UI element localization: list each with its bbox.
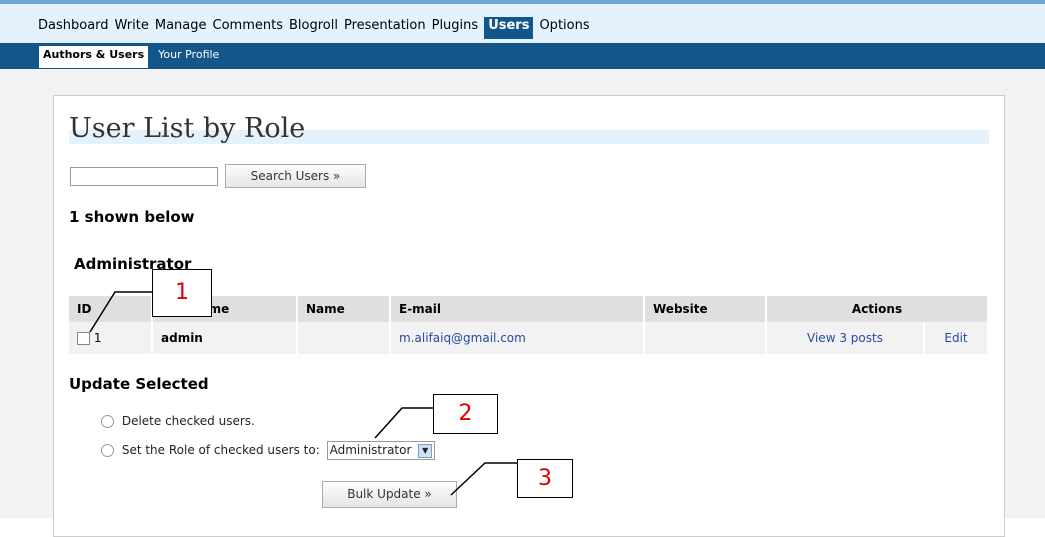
callout-2: 2 (433, 394, 498, 434)
set-role-label: Set the Role of checked users to: (121, 442, 320, 457)
delete-radio[interactable] (101, 415, 114, 428)
shown-count: 1 shown below (69, 208, 195, 226)
edit-cell: Edit (924, 322, 989, 354)
edit-link[interactable]: Edit (944, 331, 967, 345)
name-cell (297, 322, 391, 354)
view-posts-link[interactable]: View 3 posts (807, 331, 883, 345)
role-select-value: Administrator (329, 443, 412, 457)
top-navigation: Dashboard Write Manage Comments Blogroll… (0, 0, 1045, 43)
column-actions: Actions (766, 296, 989, 322)
tab-authors-users[interactable]: Authors & Users (39, 46, 149, 68)
menu-item-comments[interactable]: Comments (213, 18, 283, 33)
search-users-button[interactable]: Search Users » (225, 164, 366, 188)
tab-your-profile[interactable]: Your Profile (158, 48, 219, 68)
main-menu: Dashboard Write Manage Comments Blogroll… (38, 17, 596, 39)
table-row: 1 admin m.alifaiq@gmail.com View 3 posts… (69, 322, 989, 354)
menu-item-blogroll[interactable]: Blogroll (289, 18, 338, 33)
search-input[interactable] (70, 167, 218, 186)
page-title: User List by Role (69, 113, 306, 144)
menu-item-users[interactable]: Users (484, 17, 534, 39)
chevron-down-icon: ▼ (418, 443, 433, 458)
menu-item-plugins[interactable]: Plugins (432, 18, 479, 33)
delete-label: Delete checked users. (121, 414, 255, 428)
username-cell: admin (152, 322, 298, 354)
role-select[interactable]: Administrator ▼ (326, 441, 436, 460)
email-link[interactable]: m.alifaiq@gmail.com (399, 331, 526, 345)
callout-3: 3 (517, 459, 573, 498)
callout-1: 1 (152, 269, 212, 317)
column-name: Name (297, 296, 391, 322)
column-website: Website (644, 296, 767, 322)
column-email: E-mail (390, 296, 645, 322)
sub-navigation: Authors & Users Your Profile (0, 43, 1045, 69)
menu-item-presentation[interactable]: Presentation (344, 18, 426, 33)
user-id: 1 (93, 331, 102, 345)
menu-item-write[interactable]: Write (115, 18, 149, 33)
menu-item-options[interactable]: Options (539, 18, 589, 33)
bulk-update-button[interactable]: Bulk Update » (322, 481, 457, 508)
set-role-radio[interactable] (101, 443, 114, 457)
menu-item-dashboard[interactable]: Dashboard (38, 18, 109, 33)
column-id: ID (69, 296, 153, 322)
id-cell: 1 (69, 322, 153, 354)
update-heading: Update Selected (69, 375, 209, 393)
delete-option: Delete checked users. (101, 414, 255, 428)
email-cell: m.alifaiq@gmail.com (390, 322, 645, 354)
menu-item-manage[interactable]: Manage (155, 18, 207, 33)
set-role-option: Set the Role of checked users to: Admini… (101, 441, 436, 460)
user-checkbox[interactable] (77, 332, 90, 345)
sub-menu: Authors & Users Your Profile (39, 46, 229, 68)
view-posts-cell: View 3 posts (766, 322, 925, 354)
website-cell (644, 322, 767, 354)
